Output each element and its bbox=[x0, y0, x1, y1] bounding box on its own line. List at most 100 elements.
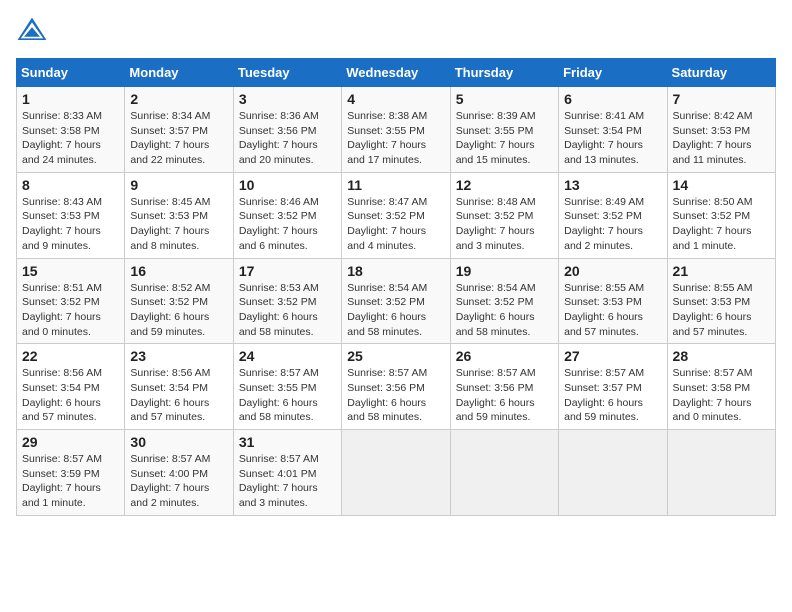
day-sunrise: Sunrise: 8:38 AM bbox=[347, 110, 427, 122]
day-sunrise: Sunrise: 8:57 AM bbox=[456, 367, 536, 379]
day-sunset: Sunset: 4:00 PM bbox=[130, 468, 208, 480]
day-daylight: Daylight: 7 hours and 9 minutes. bbox=[22, 225, 101, 252]
day-daylight: Daylight: 6 hours and 57 minutes. bbox=[22, 397, 101, 424]
day-number: 15 bbox=[22, 263, 119, 279]
day-number: 31 bbox=[239, 434, 336, 450]
day-sunrise: Sunrise: 8:34 AM bbox=[130, 110, 210, 122]
calendar-cell: 13 Sunrise: 8:49 AM Sunset: 3:52 PM Dayl… bbox=[559, 172, 667, 258]
day-daylight: Daylight: 6 hours and 58 minutes. bbox=[239, 397, 318, 424]
day-number: 11 bbox=[347, 177, 444, 193]
day-daylight: Daylight: 7 hours and 4 minutes. bbox=[347, 225, 426, 252]
calendar-cell: 2 Sunrise: 8:34 AM Sunset: 3:57 PM Dayli… bbox=[125, 87, 233, 173]
calendar-cell: 25 Sunrise: 8:57 AM Sunset: 3:56 PM Dayl… bbox=[342, 344, 450, 430]
day-sunrise: Sunrise: 8:47 AM bbox=[347, 196, 427, 208]
day-sunset: Sunset: 3:52 PM bbox=[239, 296, 317, 308]
day-number: 6 bbox=[564, 91, 661, 107]
day-sunset: Sunset: 3:52 PM bbox=[347, 296, 425, 308]
day-sunrise: Sunrise: 8:57 AM bbox=[22, 453, 102, 465]
day-sunset: Sunset: 3:56 PM bbox=[456, 382, 534, 394]
day-number: 1 bbox=[22, 91, 119, 107]
day-sunrise: Sunrise: 8:54 AM bbox=[456, 282, 536, 294]
calendar-cell bbox=[450, 430, 558, 516]
day-number: 13 bbox=[564, 177, 661, 193]
day-daylight: Daylight: 7 hours and 24 minutes. bbox=[22, 139, 101, 166]
calendar-cell: 8 Sunrise: 8:43 AM Sunset: 3:53 PM Dayli… bbox=[17, 172, 125, 258]
logo bbox=[16, 16, 52, 48]
day-number: 18 bbox=[347, 263, 444, 279]
day-number: 28 bbox=[673, 348, 770, 364]
day-daylight: Daylight: 7 hours and 15 minutes. bbox=[456, 139, 535, 166]
day-sunrise: Sunrise: 8:52 AM bbox=[130, 282, 210, 294]
day-daylight: Daylight: 7 hours and 0 minutes. bbox=[22, 311, 101, 338]
calendar-cell bbox=[342, 430, 450, 516]
day-number: 17 bbox=[239, 263, 336, 279]
day-daylight: Daylight: 6 hours and 58 minutes. bbox=[347, 397, 426, 424]
day-sunrise: Sunrise: 8:36 AM bbox=[239, 110, 319, 122]
day-sunset: Sunset: 3:52 PM bbox=[673, 210, 751, 222]
day-sunset: Sunset: 3:57 PM bbox=[564, 382, 642, 394]
logo-icon bbox=[16, 16, 48, 48]
day-number: 26 bbox=[456, 348, 553, 364]
day-sunset: Sunset: 3:58 PM bbox=[22, 125, 100, 137]
calendar-cell: 26 Sunrise: 8:57 AM Sunset: 3:56 PM Dayl… bbox=[450, 344, 558, 430]
day-sunrise: Sunrise: 8:53 AM bbox=[239, 282, 319, 294]
day-number: 24 bbox=[239, 348, 336, 364]
day-sunrise: Sunrise: 8:55 AM bbox=[673, 282, 753, 294]
day-daylight: Daylight: 7 hours and 22 minutes. bbox=[130, 139, 209, 166]
weekday-header-friday: Friday bbox=[559, 59, 667, 87]
calendar-cell: 29 Sunrise: 8:57 AM Sunset: 3:59 PM Dayl… bbox=[17, 430, 125, 516]
day-sunset: Sunset: 3:52 PM bbox=[564, 210, 642, 222]
page-header bbox=[16, 16, 776, 48]
day-daylight: Daylight: 7 hours and 3 minutes. bbox=[239, 482, 318, 509]
calendar-cell: 12 Sunrise: 8:48 AM Sunset: 3:52 PM Dayl… bbox=[450, 172, 558, 258]
weekday-header-thursday: Thursday bbox=[450, 59, 558, 87]
weekday-header-saturday: Saturday bbox=[667, 59, 775, 87]
calendar-cell: 21 Sunrise: 8:55 AM Sunset: 3:53 PM Dayl… bbox=[667, 258, 775, 344]
calendar-cell: 10 Sunrise: 8:46 AM Sunset: 3:52 PM Dayl… bbox=[233, 172, 341, 258]
day-sunset: Sunset: 3:56 PM bbox=[239, 125, 317, 137]
day-number: 4 bbox=[347, 91, 444, 107]
day-sunset: Sunset: 3:53 PM bbox=[22, 210, 100, 222]
calendar-cell: 9 Sunrise: 8:45 AM Sunset: 3:53 PM Dayli… bbox=[125, 172, 233, 258]
day-sunrise: Sunrise: 8:46 AM bbox=[239, 196, 319, 208]
calendar-cell bbox=[559, 430, 667, 516]
day-daylight: Daylight: 7 hours and 0 minutes. bbox=[673, 397, 752, 424]
calendar-cell: 22 Sunrise: 8:56 AM Sunset: 3:54 PM Dayl… bbox=[17, 344, 125, 430]
day-sunset: Sunset: 3:53 PM bbox=[673, 296, 751, 308]
calendar-cell: 3 Sunrise: 8:36 AM Sunset: 3:56 PM Dayli… bbox=[233, 87, 341, 173]
day-daylight: Daylight: 6 hours and 58 minutes. bbox=[239, 311, 318, 338]
day-number: 8 bbox=[22, 177, 119, 193]
day-daylight: Daylight: 7 hours and 2 minutes. bbox=[564, 225, 643, 252]
weekday-header-row: SundayMondayTuesdayWednesdayThursdayFrid… bbox=[17, 59, 776, 87]
day-daylight: Daylight: 6 hours and 58 minutes. bbox=[456, 311, 535, 338]
day-sunset: Sunset: 3:52 PM bbox=[347, 210, 425, 222]
calendar-cell: 31 Sunrise: 8:57 AM Sunset: 4:01 PM Dayl… bbox=[233, 430, 341, 516]
day-sunrise: Sunrise: 8:45 AM bbox=[130, 196, 210, 208]
day-sunrise: Sunrise: 8:33 AM bbox=[22, 110, 102, 122]
calendar-cell: 20 Sunrise: 8:55 AM Sunset: 3:53 PM Dayl… bbox=[559, 258, 667, 344]
day-sunset: Sunset: 3:58 PM bbox=[673, 382, 751, 394]
calendar-cell: 1 Sunrise: 8:33 AM Sunset: 3:58 PM Dayli… bbox=[17, 87, 125, 173]
calendar-cell: 11 Sunrise: 8:47 AM Sunset: 3:52 PM Dayl… bbox=[342, 172, 450, 258]
day-daylight: Daylight: 6 hours and 59 minutes. bbox=[564, 397, 643, 424]
day-daylight: Daylight: 7 hours and 6 minutes. bbox=[239, 225, 318, 252]
calendar-cell: 7 Sunrise: 8:42 AM Sunset: 3:53 PM Dayli… bbox=[667, 87, 775, 173]
weekday-header-tuesday: Tuesday bbox=[233, 59, 341, 87]
day-sunset: Sunset: 3:52 PM bbox=[239, 210, 317, 222]
day-number: 9 bbox=[130, 177, 227, 193]
day-daylight: Daylight: 7 hours and 1 minute. bbox=[22, 482, 101, 509]
day-sunrise: Sunrise: 8:41 AM bbox=[564, 110, 644, 122]
day-number: 23 bbox=[130, 348, 227, 364]
calendar-cell: 6 Sunrise: 8:41 AM Sunset: 3:54 PM Dayli… bbox=[559, 87, 667, 173]
day-sunset: Sunset: 3:52 PM bbox=[130, 296, 208, 308]
calendar-cell: 15 Sunrise: 8:51 AM Sunset: 3:52 PM Dayl… bbox=[17, 258, 125, 344]
day-number: 25 bbox=[347, 348, 444, 364]
calendar-cell: 4 Sunrise: 8:38 AM Sunset: 3:55 PM Dayli… bbox=[342, 87, 450, 173]
calendar-cell: 5 Sunrise: 8:39 AM Sunset: 3:55 PM Dayli… bbox=[450, 87, 558, 173]
calendar-cell: 30 Sunrise: 8:57 AM Sunset: 4:00 PM Dayl… bbox=[125, 430, 233, 516]
day-number: 7 bbox=[673, 91, 770, 107]
calendar-week-row: 22 Sunrise: 8:56 AM Sunset: 3:54 PM Dayl… bbox=[17, 344, 776, 430]
day-daylight: Daylight: 7 hours and 17 minutes. bbox=[347, 139, 426, 166]
day-number: 14 bbox=[673, 177, 770, 193]
day-number: 2 bbox=[130, 91, 227, 107]
